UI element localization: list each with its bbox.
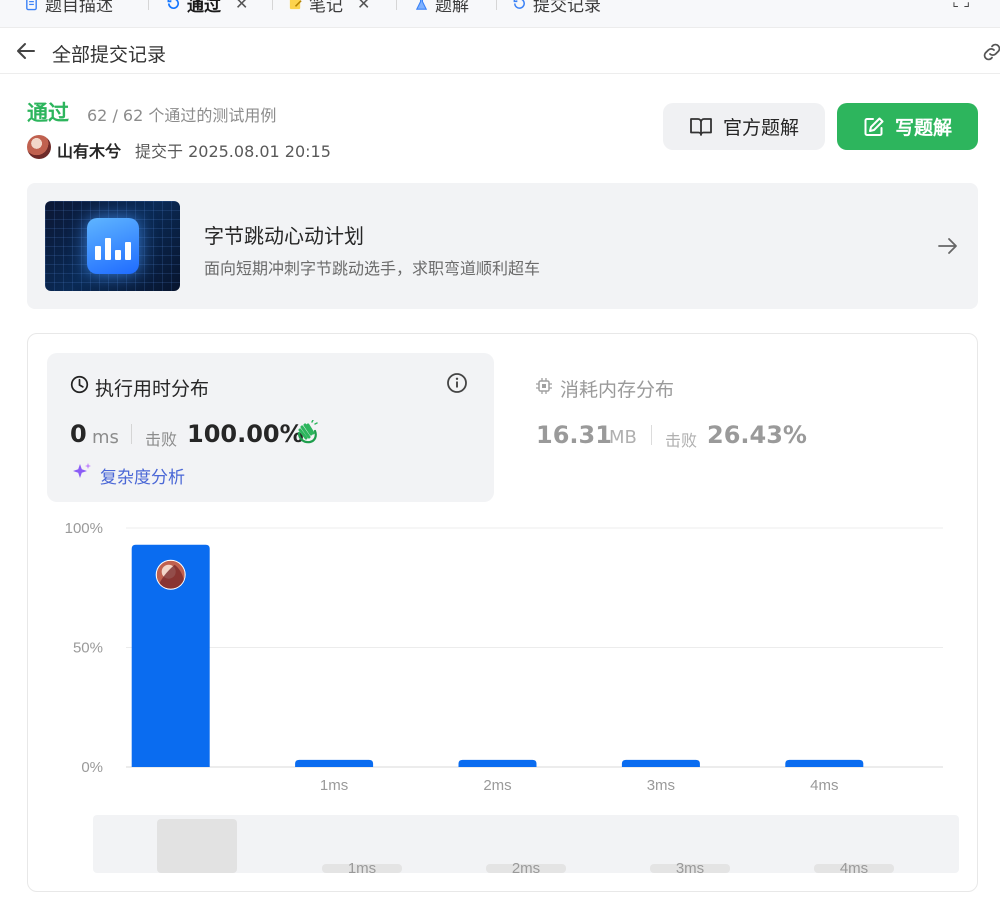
tab-label: 题解 bbox=[435, 0, 469, 16]
arrow-left-icon[interactable] bbox=[14, 39, 38, 63]
memory-title[interactable]: 消耗内存分布 bbox=[560, 375, 674, 402]
clock-icon bbox=[70, 375, 89, 394]
chart-bar[interactable] bbox=[621, 759, 700, 767]
runtime-beats-value: 100.00% bbox=[187, 420, 304, 448]
username[interactable]: 山有木兮 bbox=[57, 138, 121, 162]
book-open-icon bbox=[690, 117, 712, 136]
history-icon bbox=[167, 0, 179, 9]
overview-brush[interactable] bbox=[157, 819, 237, 873]
link-icon[interactable] bbox=[980, 40, 1000, 64]
divider bbox=[131, 424, 132, 444]
memory-value: 16.31 bbox=[536, 421, 612, 449]
tab-notes[interactable]: 笔记 ✕ bbox=[288, 0, 370, 16]
runtime-beats-label: 击败 bbox=[145, 430, 178, 449]
page-title: 全部提交记录 bbox=[52, 44, 167, 66]
runtime-title: 执行用时分布 bbox=[95, 378, 210, 400]
chart-bar[interactable] bbox=[458, 759, 537, 767]
close-icon[interactable]: ✕ bbox=[357, 0, 370, 13]
runtime-panel[interactable]: 执行用时分布 0 ms 击败 100.00% 复杂度分析 bbox=[47, 353, 494, 502]
chart-bar[interactable] bbox=[785, 759, 864, 767]
tab-divider bbox=[496, 0, 497, 10]
tab-divider bbox=[272, 0, 273, 10]
flask-icon bbox=[415, 0, 428, 10]
tab-label: 通过 bbox=[187, 0, 221, 16]
clap-icon bbox=[297, 420, 318, 444]
arrow-right-icon bbox=[938, 238, 957, 254]
tab-divider bbox=[148, 0, 149, 10]
promo-thumbnail bbox=[45, 201, 180, 291]
submitted-time: 提交于 2025.08.01 20:15 bbox=[135, 142, 331, 161]
avatar[interactable] bbox=[27, 135, 51, 159]
chart-bar[interactable] bbox=[131, 544, 210, 767]
bytedance-logo-icon bbox=[87, 218, 139, 274]
promo-banner[interactable]: 字节跳动心动计划 面向短期冲刺字节跳动选手，求职弯道顺利超车 bbox=[27, 183, 978, 309]
testcases-text: 62 / 62 个通过的测试用例 bbox=[87, 106, 277, 125]
edit-icon bbox=[864, 117, 884, 136]
runtime-value: 0 bbox=[70, 420, 87, 448]
chart-bar[interactable] bbox=[295, 759, 374, 767]
info-icon[interactable] bbox=[446, 372, 468, 394]
memory-beats-value: 26.43% bbox=[707, 421, 807, 449]
promo-subtitle: 面向短期冲刺字节跳动选手，求职弯道顺利超车 bbox=[204, 259, 541, 278]
memory-beats-label: 击败 bbox=[665, 431, 698, 450]
tab-submissions[interactable]: 提交记录 bbox=[512, 0, 601, 16]
status-label: 通过 bbox=[27, 101, 69, 125]
tab-label: 提交记录 bbox=[533, 0, 601, 16]
close-icon[interactable]: ✕ bbox=[235, 0, 248, 13]
tab-description[interactable]: 题目描述 bbox=[24, 0, 113, 16]
memory-unit: MB bbox=[609, 427, 637, 448]
tab-bar: 题目描述 通过 ✕ 笔记 ✕ 题解 提交记录 ⌞ ⌟ bbox=[0, 0, 1000, 28]
divider bbox=[651, 425, 652, 445]
expand-icon[interactable]: ⌞ ⌟ bbox=[952, 0, 970, 10]
official-solution-button[interactable]: 官方题解 bbox=[663, 103, 825, 150]
write-solution-label: 写题解 bbox=[894, 117, 952, 139]
write-solution-button[interactable]: 写题解 bbox=[837, 103, 978, 150]
document-icon bbox=[26, 0, 37, 10]
promo-title: 字节跳动心动计划 bbox=[204, 224, 364, 248]
sparkle-icon bbox=[73, 463, 91, 478]
sub-header: 全部提交记录 bbox=[0, 28, 1000, 74]
runtime-unit: ms bbox=[92, 427, 119, 448]
note-icon bbox=[289, 0, 302, 9]
tab-label: 题目描述 bbox=[45, 0, 113, 16]
chip-icon bbox=[536, 378, 552, 394]
tab-solutions[interactable]: 题解 bbox=[414, 0, 469, 16]
tab-accepted[interactable]: 通过 ✕ bbox=[166, 0, 248, 16]
tab-divider bbox=[396, 0, 397, 10]
complexity-analysis-link[interactable]: 复杂度分析 bbox=[100, 463, 185, 488]
history-icon bbox=[513, 0, 525, 9]
tab-label: 笔记 bbox=[309, 0, 343, 16]
official-solution-label: 官方题解 bbox=[722, 117, 799, 139]
